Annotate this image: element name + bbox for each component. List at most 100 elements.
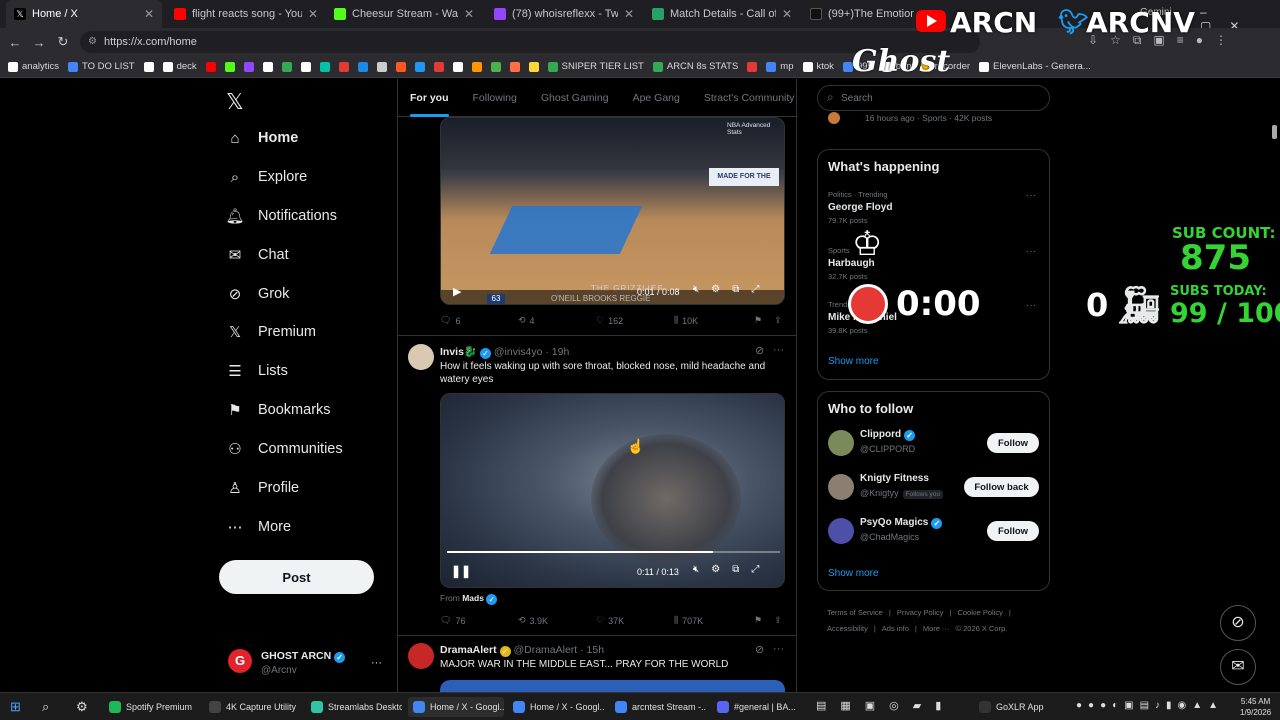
bookmark-item[interactable]: [319, 61, 330, 72]
bookmark-item[interactable]: deck: [162, 61, 197, 72]
bookmark-item[interactable]: mp: [766, 61, 794, 72]
avatar[interactable]: [408, 643, 434, 669]
bookmark-item[interactable]: [243, 61, 254, 72]
views-button[interactable]: ⫼ 707K: [674, 615, 754, 626]
video-player-1[interactable]: MADE FOR THE NBA Advanced Stats THE GRIZ…: [440, 117, 785, 305]
video-control-icons[interactable]: 🔇︎⚙⧉⤢: [693, 564, 771, 575]
taskbar-app[interactable]: GoXLR App: [974, 697, 1044, 717]
pinned-icons[interactable]: ▤▦▣◎▰▮: [816, 699, 955, 712]
sidebar-item-premium[interactable]: 𝕏 Premium: [226, 323, 316, 341]
sidebar-item-communities[interactable]: ⚇ Communities: [226, 440, 342, 458]
bookmark-item[interactable]: TO DO LIST: [67, 61, 135, 72]
tweet-author-handle[interactable]: @DramaAlert: [513, 644, 577, 656]
repost-button[interactable]: ⟲ 4: [518, 315, 596, 326]
bookmark-item[interactable]: [143, 61, 154, 72]
tweet-author-handle[interactable]: @invis4yo: [494, 346, 543, 358]
scrollbar[interactable]: [1272, 125, 1277, 139]
share-icon[interactable]: ⇪: [774, 315, 782, 326]
more-icon[interactable]: ···: [1026, 300, 1036, 311]
bookmark-item[interactable]: [205, 61, 216, 72]
play-icon[interactable]: ▶: [453, 285, 461, 298]
post-button[interactable]: Post: [219, 560, 374, 594]
bookmark-item[interactable]: [395, 61, 406, 72]
tab-home-x[interactable]: 𝕏 Home / X ✕: [6, 0, 162, 28]
search-icon[interactable]: ⌕: [42, 699, 49, 715]
clock[interactable]: 5:45 AM 1/9/2026: [1240, 696, 1271, 718]
forward-icon[interactable]: →: [27, 35, 51, 50]
bookmark-item[interactable]: [300, 61, 311, 72]
sidebar-item-explore[interactable]: ⌕ Explore: [226, 168, 307, 186]
x-logo-icon[interactable]: 𝕏: [226, 89, 244, 115]
close-icon[interactable]: ✕: [308, 7, 318, 21]
avatar[interactable]: [828, 430, 854, 456]
bookmark-item[interactable]: ARCN 8s STATS: [652, 61, 738, 72]
tab-ghost-gaming[interactable]: Ghost Gaming: [529, 79, 621, 117]
avatar[interactable]: [828, 518, 854, 544]
follow-name[interactable]: Knigty Fitness: [860, 473, 929, 484]
back-icon[interactable]: ←: [3, 35, 27, 50]
mail-icon[interactable]: ✉: [1220, 649, 1256, 685]
sidebar-item-more[interactable]: ⋯ More: [226, 518, 292, 536]
footer-link[interactable]: Terms of Service: [827, 605, 883, 621]
bookmark-item[interactable]: [414, 61, 425, 72]
pause-icon[interactable]: ❚❚: [451, 564, 471, 578]
taskbar-app[interactable]: 4K Capture Utility: [204, 697, 300, 717]
sidebar-item-bookmarks[interactable]: ⚑ Bookmarks: [226, 401, 330, 419]
bookmark-item[interactable]: [452, 61, 463, 72]
bookmark-item[interactable]: [490, 61, 501, 72]
grok-icon[interactable]: ⊘: [755, 344, 764, 357]
follow-name[interactable]: PsyQo Magics ✓: [860, 517, 943, 529]
tweet-time[interactable]: · 15h: [580, 644, 604, 656]
like-button[interactable]: ♡ 162: [596, 315, 674, 326]
bookmark-item[interactable]: [224, 61, 235, 72]
profile-avatar-icon[interactable]: ●: [1196, 33, 1203, 51]
bookmark-item[interactable]: [433, 61, 444, 72]
tab-for-you[interactable]: For you: [398, 79, 461, 117]
bookmark-item[interactable]: ktok: [802, 61, 834, 72]
sidebar-item-notifications[interactable]: 🔔︎ Notifications: [225, 207, 337, 225]
tab-cod[interactable]: Match Details - Call of Duty: Bla ✕: [644, 0, 800, 28]
more-icon[interactable]: ···: [1026, 190, 1036, 201]
tweet-author-name[interactable]: Invis🐉: [440, 346, 477, 358]
follow-button[interactable]: Follow: [987, 521, 1039, 541]
repost-button[interactable]: ⟲ 3.9K: [518, 615, 596, 626]
reload-icon[interactable]: ↻: [51, 34, 75, 50]
bookmark-button[interactable]: ⚑: [754, 615, 762, 626]
bookmark-item[interactable]: SNIPER TIER LIST: [547, 61, 644, 72]
footer-link[interactable]: Cookie Policy: [957, 605, 1002, 621]
follow-name[interactable]: Clippord ✓: [860, 429, 916, 441]
bookmark-item[interactable]: [281, 61, 292, 72]
windows-start-icon[interactable]: ⊞: [10, 699, 21, 715]
sidebar-item-profile[interactable]: ♙ Profile: [226, 479, 299, 497]
source-name[interactable]: Mads: [462, 593, 484, 603]
bookmark-item[interactable]: [376, 61, 387, 72]
close-icon[interactable]: ✕: [624, 7, 634, 21]
close-icon[interactable]: ✕: [144, 7, 154, 21]
grok-icon[interactable]: ⊘: [755, 643, 764, 656]
system-tray-icons[interactable]: ●●●◐▣▤♪▮◉▲▲: [1076, 700, 1224, 711]
footer-link[interactable]: More ···: [923, 621, 950, 637]
tab-youtube[interactable]: flight reacts song - YouTube ✕: [166, 0, 326, 28]
views-button[interactable]: ⫼ 10K: [674, 315, 754, 326]
more-icon[interactable]: ···: [773, 643, 784, 655]
avatar[interactable]: [408, 344, 434, 370]
close-icon[interactable]: ✕: [464, 7, 474, 21]
tab-twitch[interactable]: (78) whoisreflexx - Twitch ✕: [486, 0, 642, 28]
bookmark-item[interactable]: analytics: [8, 61, 59, 72]
close-icon[interactable]: ✕: [782, 7, 792, 21]
tab-stract-s-community[interactable]: Stract's Community: [692, 79, 807, 117]
taskbar-app[interactable]: arcntest Stream -...: [610, 697, 706, 717]
bookmark-button[interactable]: ⚑: [754, 315, 762, 326]
video-progress-track[interactable]: [447, 551, 780, 553]
account-name[interactable]: GHOST ARCN ✓: [261, 650, 346, 663]
sidebar-item-home[interactable]: ⌂ Home: [226, 129, 298, 147]
tab-ape-gang[interactable]: Ape Gang: [621, 79, 692, 117]
taskbar-app[interactable]: Home / X - Googl...: [508, 697, 604, 717]
account-more-icon[interactable]: ···: [371, 657, 382, 669]
search-input[interactable]: ⌕ Search: [817, 85, 1050, 111]
bookmark-item[interactable]: [509, 61, 520, 72]
sidebar-item-grok[interactable]: ⊘ Grok: [226, 285, 290, 303]
taskbar-app[interactable]: Streamlabs Desktop: [306, 697, 402, 717]
site-info-icon[interactable]: ⚙: [88, 31, 97, 53]
show-more-link[interactable]: Show more: [828, 356, 879, 367]
